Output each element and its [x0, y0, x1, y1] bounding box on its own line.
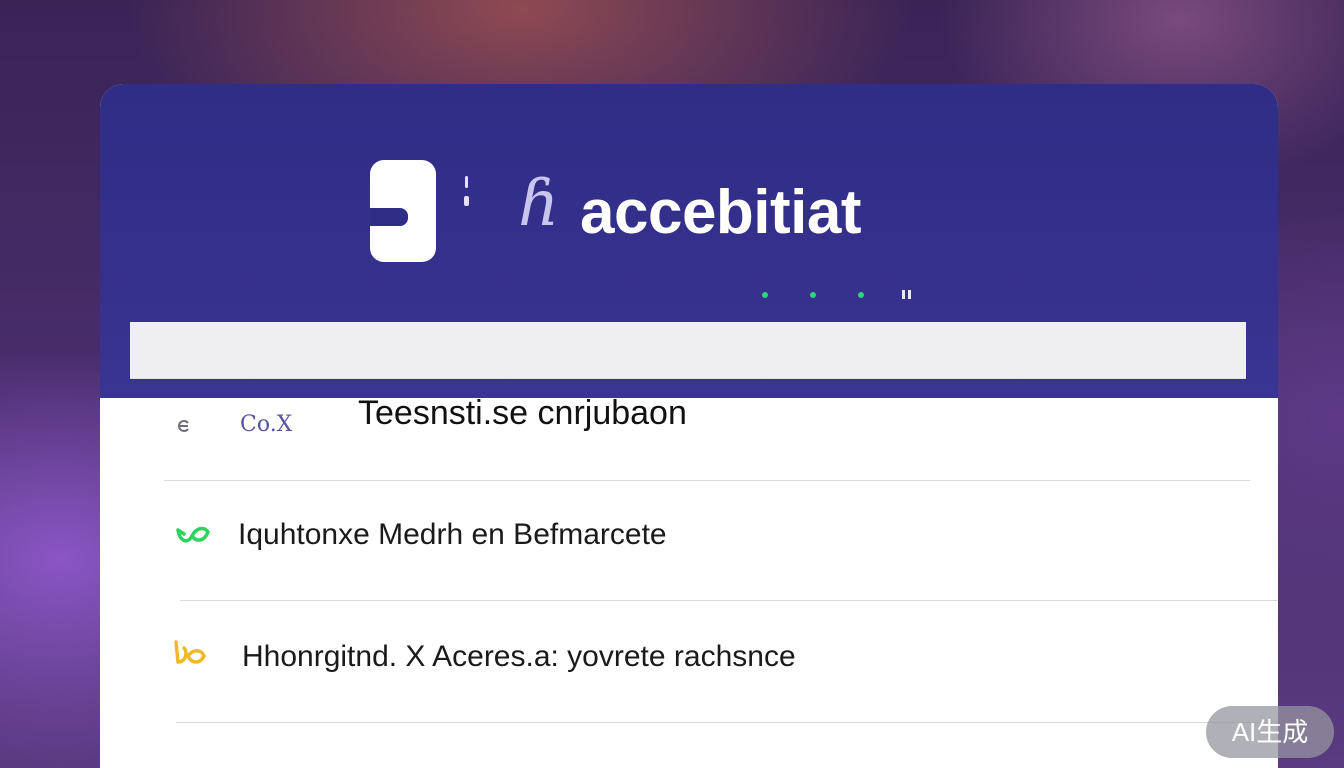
- indicator-dot[interactable]: [762, 292, 768, 298]
- tab-strip: [130, 322, 1246, 379]
- yellow-leaf-icon: [174, 640, 206, 664]
- row-title: Teesnsti.se cnrjubaon: [358, 394, 687, 432]
- row-text: Hhonrgitnd. X Aceres.a: yovrete rachsnce: [242, 640, 796, 673]
- search-label: Co.X: [240, 412, 293, 437]
- list-item[interactable]: Co.X Teesnsti.se cnrjubaon: [100, 378, 1278, 482]
- indicator-dot[interactable]: [810, 292, 816, 298]
- row-text: Iquhtonxe Medrh en Befmarcete: [238, 518, 667, 551]
- header: ɦ accebitiat: [100, 84, 1278, 398]
- logo-script: ɦ: [518, 167, 560, 241]
- divider: [176, 722, 1278, 723]
- app-title: accebitiat: [580, 178, 862, 247]
- pause-icon[interactable]: [902, 290, 912, 300]
- green-leaf-icon: [176, 526, 210, 543]
- app-logo-icon: [370, 160, 436, 262]
- divider: [164, 480, 1250, 481]
- app-card: ɦ accebitiat Co.X Teesnsti.se cnrjubaon: [100, 84, 1278, 768]
- indicator-dot[interactable]: [858, 292, 864, 298]
- list-item[interactable]: Iquhtonxe Medrh en Befmarcete: [100, 482, 1278, 600]
- ai-generated-badge: AI生成: [1206, 706, 1334, 758]
- list-item[interactable]: Hhonrgitnd. X Aceres.a: yovrete rachsnce: [100, 600, 1278, 724]
- search-icon: [178, 420, 189, 432]
- logo-separator-icon: [464, 176, 469, 220]
